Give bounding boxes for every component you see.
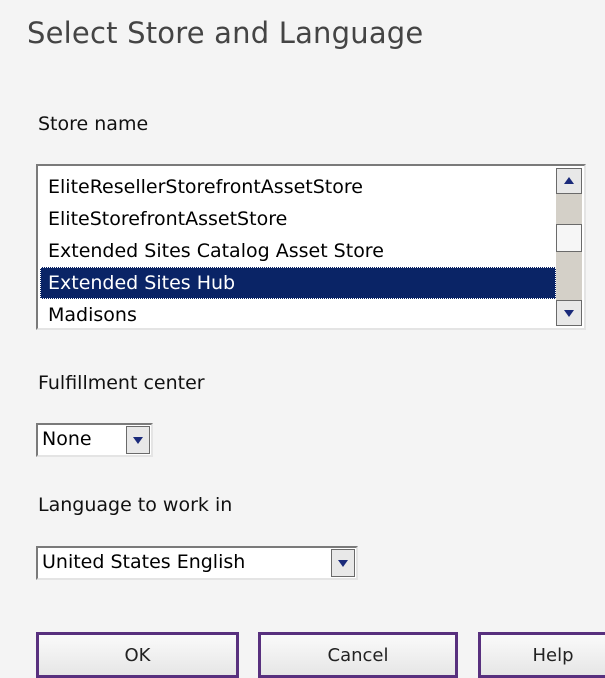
store-option-extended-sites-catalog-asset-store[interactable]: Extended Sites Catalog Asset Store [40, 235, 556, 267]
store-option-elitestorefrontassetstore[interactable]: EliteStorefrontAssetStore [40, 203, 556, 235]
ok-button[interactable]: OK [36, 632, 239, 678]
store-option-eliteresellerstorefrontassetstore[interactable]: EliteResellerStorefrontAssetStore [40, 171, 556, 203]
scrollbar-thumb[interactable] [556, 224, 582, 252]
store-options: EliteResellerStorefrontAssetStore EliteS… [40, 171, 556, 331]
arrow-up-icon [564, 177, 574, 184]
language-dropdown-button[interactable] [331, 549, 355, 577]
arrow-down-icon [564, 310, 574, 317]
listbox-scrollbar[interactable] [556, 168, 582, 326]
chevron-down-icon [133, 437, 143, 444]
store-option-madisons[interactable]: Madisons [40, 299, 556, 331]
store-name-label: Store name [38, 113, 149, 135]
store-option-extended-sites-hub[interactable]: Extended Sites Hub [40, 267, 556, 299]
cancel-button[interactable]: Cancel [258, 632, 458, 678]
language-value: United States English [42, 551, 246, 573]
fulfillment-center-select[interactable]: None [36, 423, 153, 457]
language-select[interactable]: United States English [36, 546, 358, 580]
help-button[interactable]: Help [478, 632, 605, 678]
scroll-up-button[interactable] [556, 168, 582, 194]
store-listbox[interactable]: EliteResellerStorefrontAssetStore EliteS… [36, 164, 586, 330]
chevron-down-icon [338, 560, 348, 567]
fulfillment-center-value: None [42, 428, 92, 450]
fulfillment-dropdown-button[interactable] [126, 426, 150, 454]
language-label: Language to work in [38, 494, 233, 516]
page-title: Select Store and Language [27, 16, 424, 50]
fulfillment-center-label: Fulfillment center [38, 372, 205, 394]
scroll-down-button[interactable] [556, 300, 582, 326]
